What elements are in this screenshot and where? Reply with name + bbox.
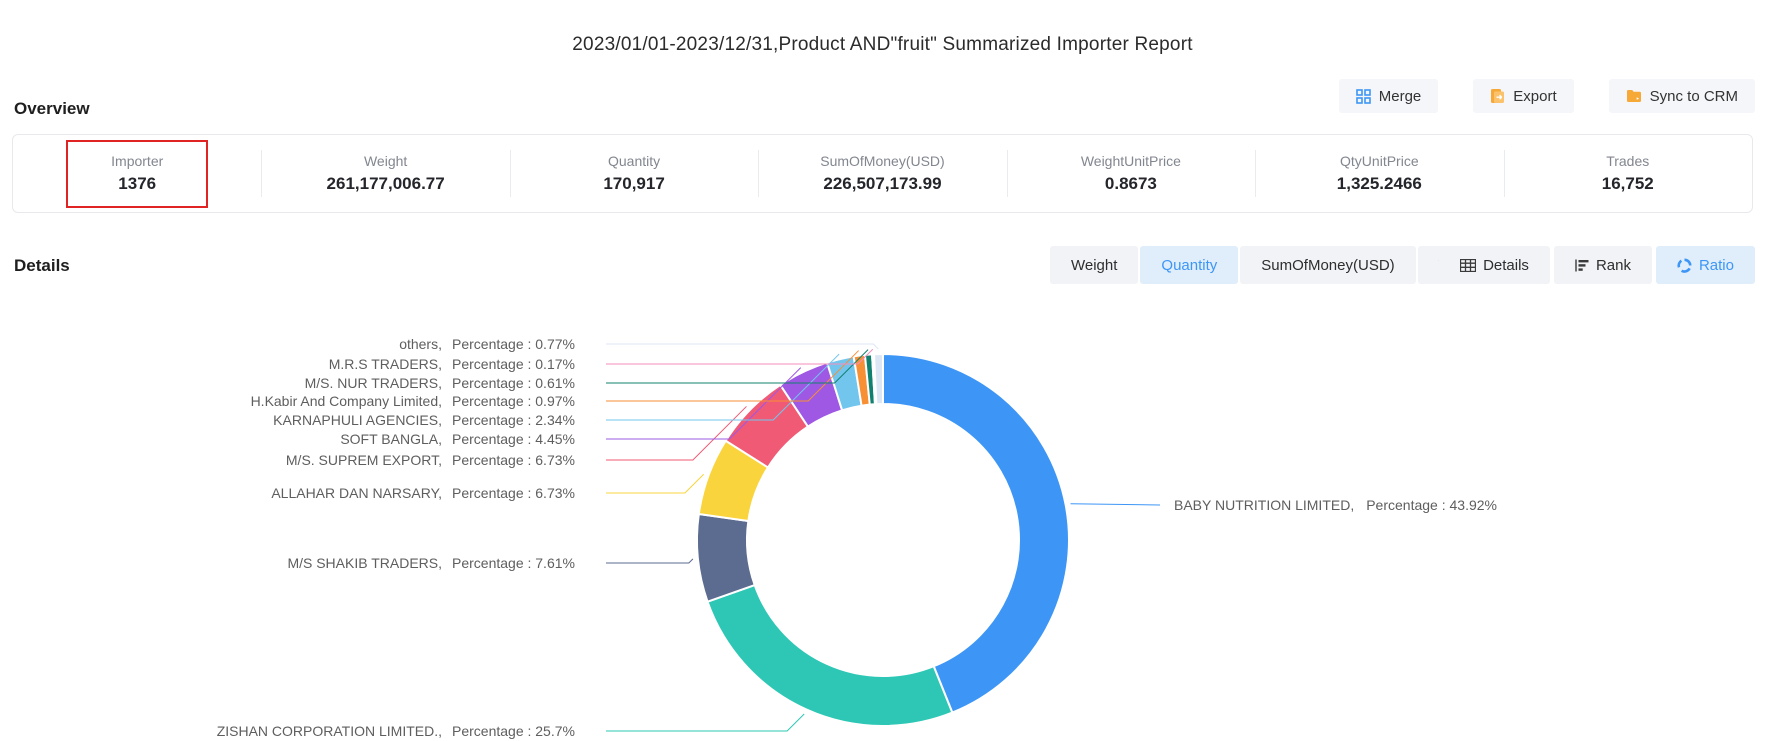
stat-value: 0.8673 [1105,174,1157,194]
stat-value: 170,917 [603,174,664,194]
label-leader-line [606,474,704,493]
stat-label: Trades [1606,153,1649,169]
segment-label: Percentage : 2.34% [452,412,575,428]
merge-icon [1356,89,1371,104]
donut-chart-svg[interactable]: BABY NUTRITION LIMITED,Percentage : 43.9… [0,290,1765,741]
stat-label: Weight [364,153,407,169]
segment-label: Percentage : 7.61% [452,555,575,571]
view-tab-rank[interactable]: Rank [1554,246,1652,284]
stat-weight-unit-price: WeightUnitPrice 0.8673 [1007,135,1255,212]
overview-stats-card: Importer 1376 Weight 261,177,006.77 Quan… [12,134,1753,213]
sync-to-crm-button[interactable]: Sync to CRM [1609,79,1755,113]
segment-label: Percentage : 0.97% [452,393,575,409]
importer-report-page: 2023/01/01-2023/12/31,Product AND"fruit"… [0,0,1765,741]
stat-value: 16,752 [1602,174,1654,194]
view-tab-ratio[interactable]: Ratio [1656,246,1755,284]
stat-label: QtyUnitPrice [1340,153,1419,169]
ratio-icon [1677,258,1692,273]
merge-button[interactable]: Merge [1339,79,1439,113]
segment-label: M/S SHAKIB TRADERS, [287,555,442,571]
label-leader-line [1071,504,1160,505]
stat-value: 261,177,006.77 [327,174,445,194]
segment-label: Percentage : 0.17% [452,356,575,372]
segment-label: ZISHAN CORPORATION LIMITED., [217,723,442,739]
donut-segment[interactable] [697,514,755,602]
segment-label: KARNAPHULI AGENCIES, [273,412,442,428]
donut-segment[interactable] [883,354,1069,713]
segment-label: M/S. NUR TRADERS, [305,375,442,391]
segment-label: ALLAHAR DAN NARSARY, [271,485,442,501]
segment-label: Percentage : 4.45% [452,431,575,447]
stat-label: Quantity [608,153,660,169]
export-button[interactable]: Export [1473,79,1573,113]
stat-label: Importer [111,153,163,169]
segment-label: M/S. SUPREM EXPORT, [286,452,442,468]
view-tab-details-label: Details [1483,257,1529,274]
sync-to-crm-button-label: Sync to CRM [1650,88,1738,105]
overview-heading: Overview [14,99,90,119]
segment-label: Percentage : 6.73% [452,452,575,468]
stat-trades: Trades 16,752 [1504,135,1752,212]
page-title: 2023/01/01-2023/12/31,Product AND"fruit"… [0,34,1765,56]
stat-label: SumOfMoney(USD) [820,153,944,169]
segment-label: M.R.S TRADERS, [329,356,442,372]
importer-ratio-donut-chart[interactable]: BABY NUTRITION LIMITED,Percentage : 43.9… [0,290,1765,741]
segment-label: H.Kabir And Company Limited, [251,393,442,409]
segment-label: SOFT BANGLA, [340,431,442,447]
donut-segment[interactable] [874,354,883,404]
stat-sum-of-money: SumOfMoney(USD) 226,507,173.99 [758,135,1006,212]
label-leader-line [606,714,804,731]
view-tab-rank-label: Rank [1596,257,1631,274]
label-leader-line [606,559,693,563]
stat-importer: Importer 1376 [13,135,261,212]
segment-label: Percentage : 0.77% [452,336,575,352]
view-tab-ratio-label: Ratio [1699,257,1734,274]
tab-sum-of-money[interactable]: SumOfMoney(USD) [1240,246,1415,284]
metric-tab-group: Weight Quantity SumOfMoney(USD) Trades [1050,246,1506,284]
table-icon [1460,259,1476,272]
toolbar: Merge Export Sync to CRM [1339,79,1755,113]
details-heading: Details [14,256,70,276]
tab-quantity[interactable]: Quantity [1140,246,1238,284]
segment-label: Percentage : 6.73% [452,485,575,501]
segment-label: others, [399,336,442,352]
stat-value: 1376 [118,174,156,194]
stat-label: WeightUnitPrice [1081,153,1181,169]
segment-label: Percentage : 0.61% [452,375,575,391]
segment-label: BABY NUTRITION LIMITED,Percentage : 43.9… [1174,497,1497,513]
stat-value: 226,507,173.99 [823,174,941,194]
export-button-label: Export [1513,88,1556,105]
merge-button-label: Merge [1379,88,1422,105]
stat-value: 1,325.2466 [1337,174,1422,194]
view-tab-details[interactable]: Details [1439,246,1550,284]
stat-quantity: Quantity 170,917 [510,135,758,212]
segment-label: Percentage : 25.7% [452,723,575,739]
folder-sync-icon [1626,89,1642,103]
label-leader-line [606,344,878,349]
tab-weight[interactable]: Weight [1050,246,1138,284]
stat-qty-unit-price: QtyUnitPrice 1,325.2466 [1255,135,1503,212]
view-tab-group: Details Rank Ratio [1439,246,1755,284]
donut-segment[interactable] [708,585,953,726]
export-icon [1490,88,1505,104]
rank-icon [1575,259,1589,272]
stat-weight: Weight 261,177,006.77 [261,135,509,212]
